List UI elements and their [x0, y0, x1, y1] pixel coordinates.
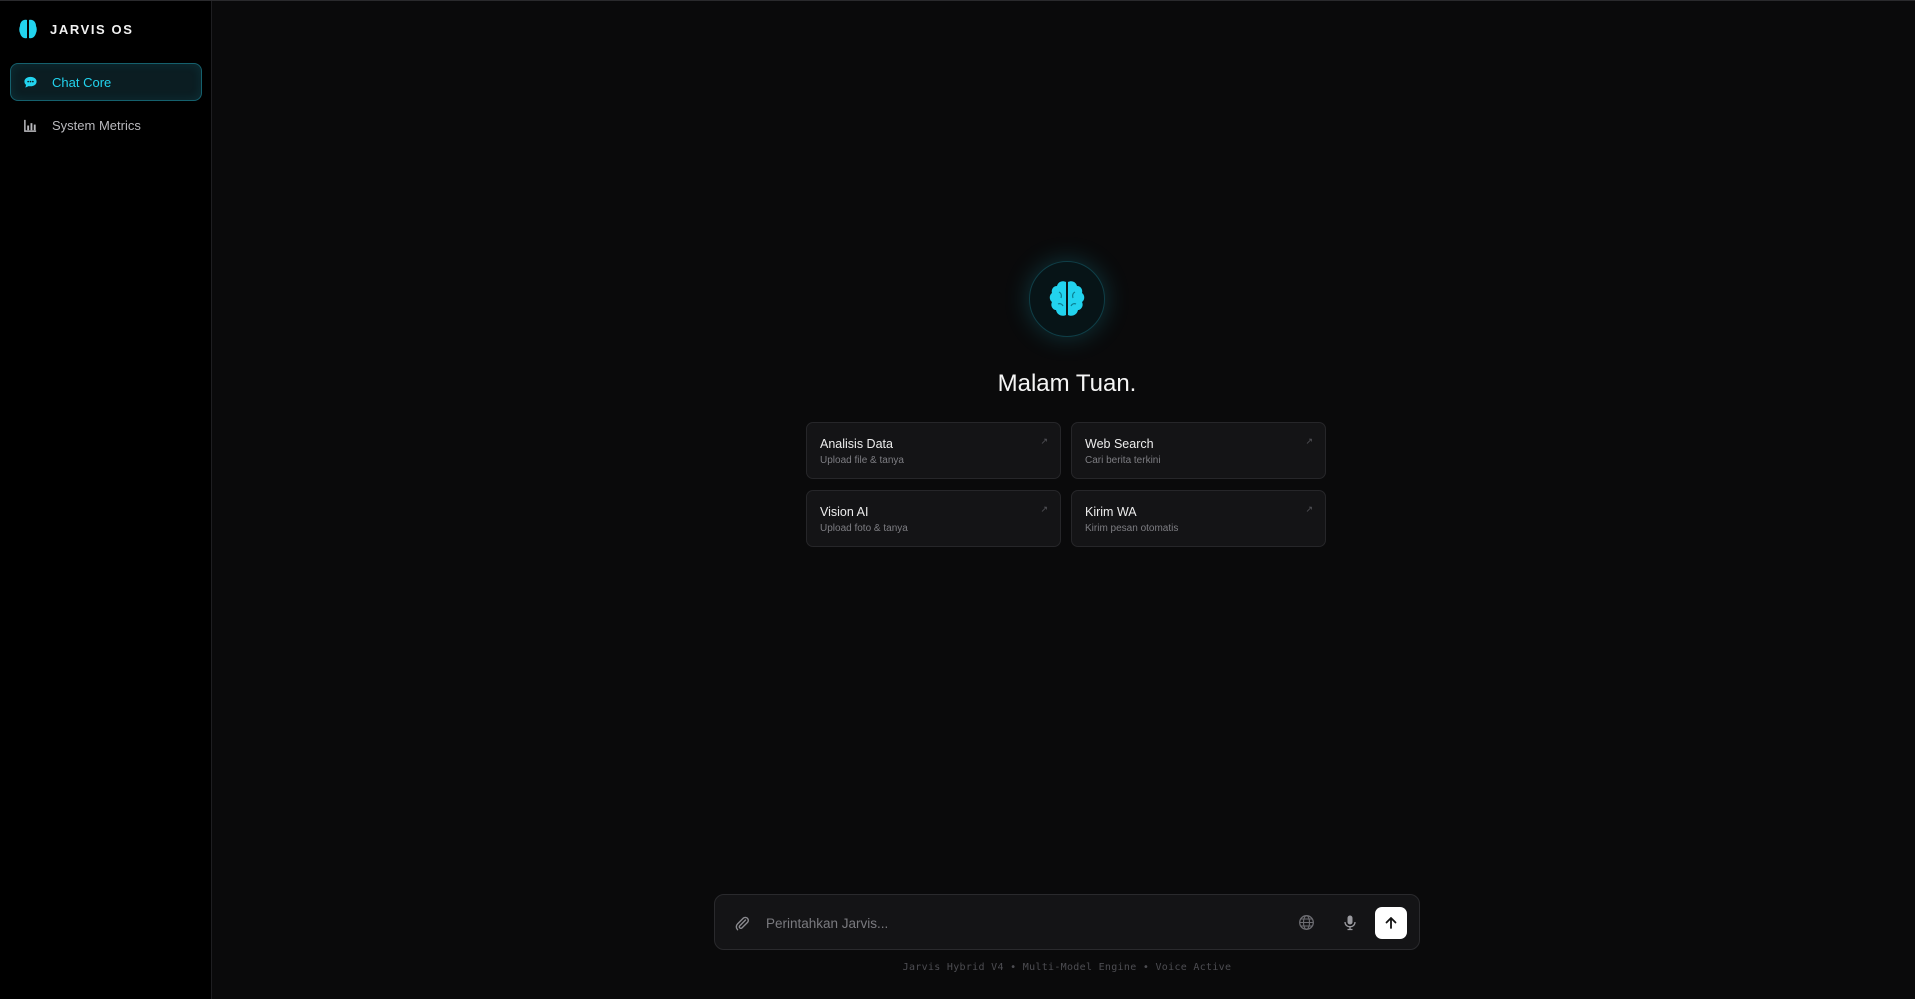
card-web-search[interactable]: Web Search Cari berita terkini ↗	[1071, 422, 1326, 479]
brain-hero-icon	[1029, 261, 1105, 337]
sidebar-item-label: System Metrics	[52, 117, 141, 133]
chat-bubble-icon	[24, 76, 37, 88]
globe-icon[interactable]	[1298, 914, 1315, 931]
suggestion-cards: Analisis Data Upload file & tanya ↗ Web …	[806, 422, 1328, 547]
card-title: Analisis Data	[820, 437, 893, 451]
card-subtitle: Upload foto & tanya	[820, 523, 908, 534]
greeting-heading: Malam Tuan.	[997, 370, 1137, 397]
arrow-up-right-icon: ↗	[1040, 436, 1048, 446]
chat-input[interactable]	[766, 908, 1266, 938]
app-title: JARVIS OS	[50, 21, 134, 37]
card-subtitle: Upload file & tanya	[820, 455, 904, 466]
arrow-up-right-icon: ↗	[1305, 504, 1313, 514]
card-subtitle: Kirim pesan otomatis	[1085, 523, 1179, 534]
card-vision-ai[interactable]: Vision AI Upload foto & tanya ↗	[806, 490, 1061, 547]
card-title: Web Search	[1085, 437, 1154, 451]
brain-icon	[1049, 281, 1085, 316]
arrow-up-right-icon: ↗	[1040, 504, 1048, 514]
send-button[interactable]	[1375, 907, 1407, 939]
sidebar-item-chat-core[interactable]: Chat Core	[10, 63, 202, 101]
sidebar-nav: Chat Core System Metrics	[10, 63, 202, 149]
app-window: JARVIS OS Chat Core System Metrics Malam…	[0, 0, 1915, 999]
bar-chart-icon	[24, 119, 37, 132]
card-title: Vision AI	[820, 505, 869, 519]
card-title: Kirim WA	[1085, 505, 1137, 519]
card-analisis-data[interactable]: Analisis Data Upload file & tanya ↗	[806, 422, 1061, 479]
sidebar-item-system-metrics[interactable]: System Metrics	[10, 106, 202, 144]
sidebar: JARVIS OS Chat Core System Metrics	[0, 1, 212, 999]
chat-main: Malam Tuan. Analisis Data Upload file & …	[212, 1, 1915, 999]
microphone-icon[interactable]	[1342, 914, 1358, 931]
arrow-up-icon	[1385, 917, 1397, 929]
footer-status: Jarvis Hybrid V4 • Multi-Model Engine • …	[902, 962, 1232, 973]
card-kirim-wa[interactable]: Kirim WA Kirim pesan otomatis ↗	[1071, 490, 1326, 547]
arrow-up-right-icon: ↗	[1305, 436, 1313, 446]
chat-composer	[714, 894, 1420, 950]
sidebar-item-label: Chat Core	[52, 74, 112, 90]
brain-logo-icon	[19, 19, 37, 39]
paperclip-icon[interactable]	[733, 914, 751, 932]
card-subtitle: Cari berita terkini	[1085, 455, 1161, 466]
brand[interactable]: JARVIS OS	[18, 18, 134, 40]
